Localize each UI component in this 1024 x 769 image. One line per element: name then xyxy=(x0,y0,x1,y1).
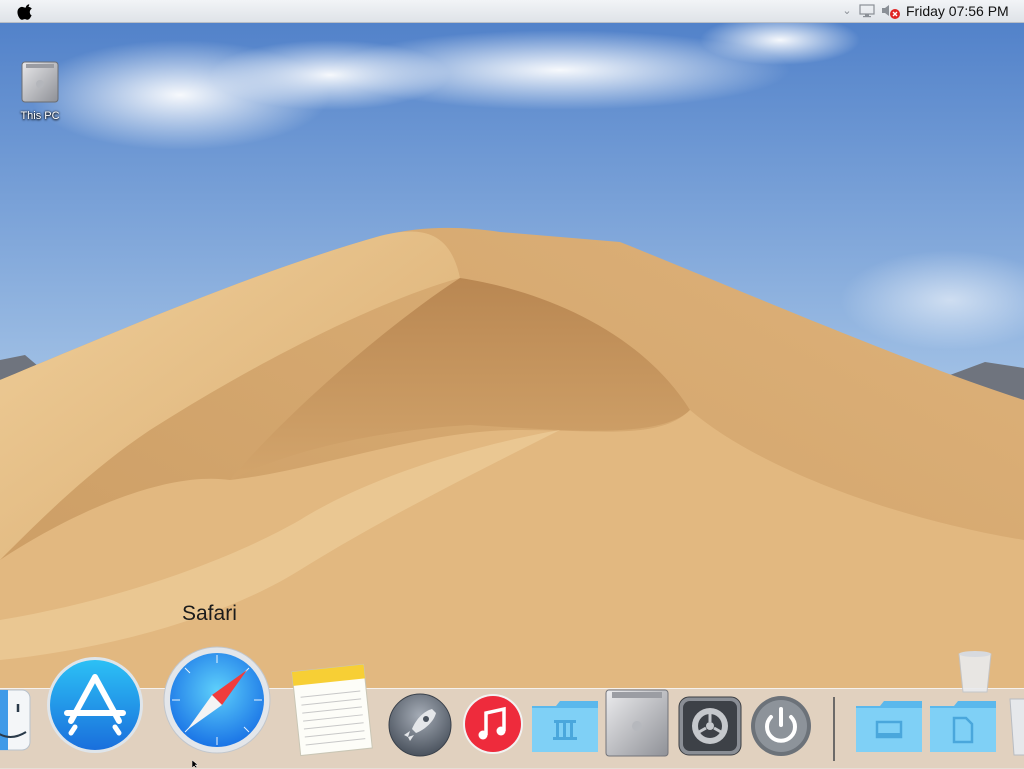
notes-icon[interactable] xyxy=(288,660,376,758)
mac-pro-icon xyxy=(21,61,59,103)
system-preferences-icon[interactable] xyxy=(677,695,743,757)
dock-separator xyxy=(833,697,835,761)
dock-tooltip: Safari xyxy=(182,602,237,625)
desktop-icon-this-pc[interactable]: This PC xyxy=(10,60,70,130)
desktop-icon-label: This PC xyxy=(20,110,60,122)
applications-folder-icon[interactable] xyxy=(530,698,600,754)
mouse-cursor-icon xyxy=(192,760,199,768)
menu-bar: ⌄ Friday 07:56 PM xyxy=(0,0,1024,23)
app-store-icon[interactable] xyxy=(45,655,145,755)
safari-icon[interactable] xyxy=(162,645,272,755)
tray-overflow-chevron-icon[interactable]: ⌄ xyxy=(840,4,854,18)
mac-pro-icon[interactable] xyxy=(604,688,670,758)
finder-icon[interactable] xyxy=(0,688,32,752)
apple-menu-icon[interactable] xyxy=(17,3,35,20)
menu-bar-clock[interactable]: Friday 07:56 PM xyxy=(906,3,1009,19)
power-icon[interactable] xyxy=(750,695,812,757)
trash-drag-icon xyxy=(958,651,992,693)
desktop-folder-icon[interactable] xyxy=(854,698,924,754)
network-monitor-icon[interactable] xyxy=(858,4,876,18)
itunes-icon[interactable] xyxy=(462,693,524,755)
trash-icon[interactable] xyxy=(1004,695,1024,759)
documents-folder-icon[interactable] xyxy=(928,698,998,754)
desktop-wallpaper xyxy=(0,0,1024,768)
volume-muted-icon[interactable] xyxy=(880,3,902,20)
launchpad-icon[interactable] xyxy=(388,693,452,757)
